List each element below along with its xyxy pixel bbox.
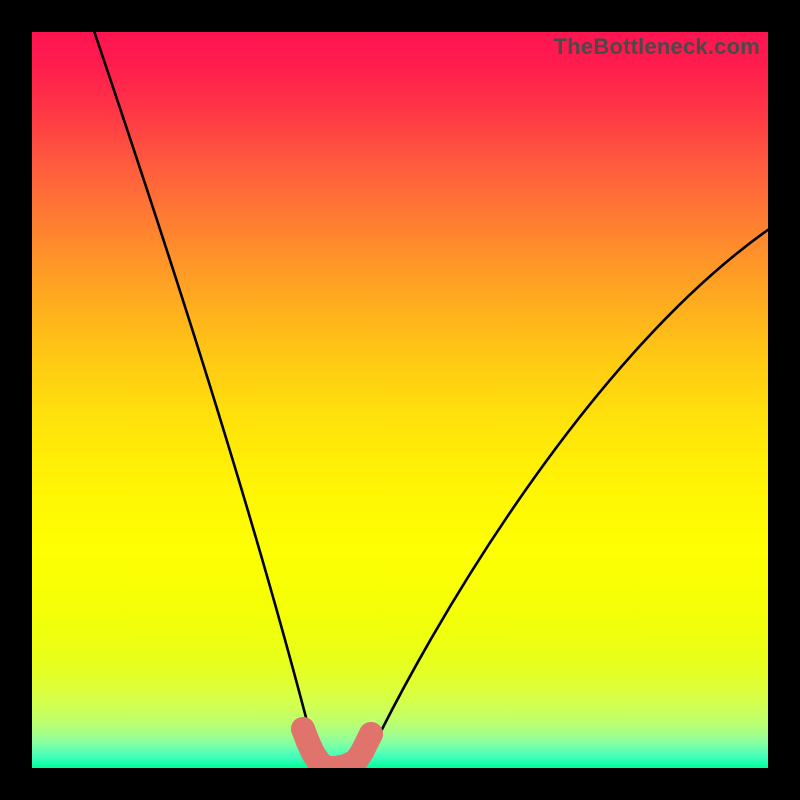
marker-dot xyxy=(359,722,383,746)
marker-trail xyxy=(291,717,383,768)
attribution-label: TheBottleneck.com xyxy=(554,34,760,60)
right-curve xyxy=(363,227,768,768)
left-curve xyxy=(91,32,319,768)
plot-area: TheBottleneck.com xyxy=(32,32,768,768)
chart-svg xyxy=(32,32,768,768)
chart-frame: TheBottleneck.com xyxy=(0,0,800,800)
